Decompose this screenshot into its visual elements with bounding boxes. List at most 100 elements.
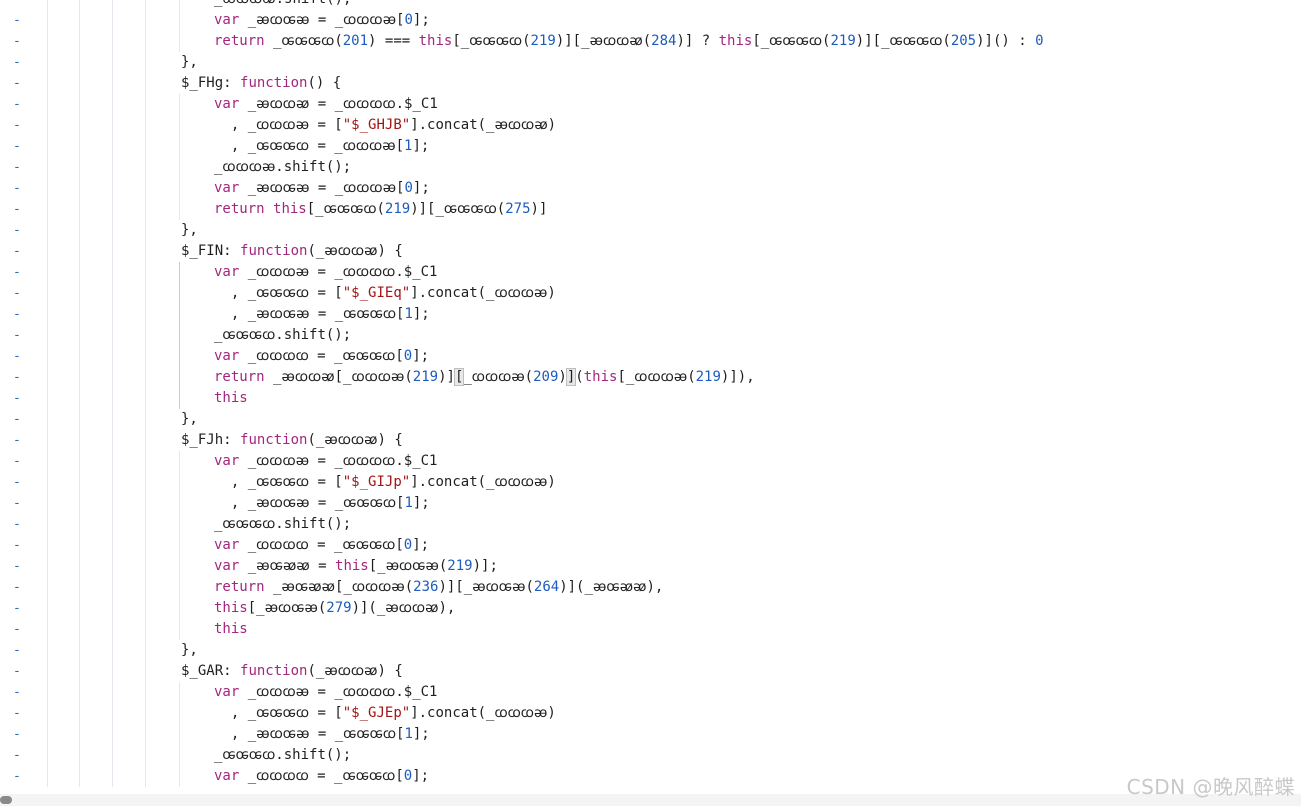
code-line[interactable]: - this[_ꭂꭃꭀꭂ(279)](_ꭂꭃꭃꭁ), xyxy=(0,598,1301,619)
code-line[interactable]: - $_GAR: function(_ꭂꭃꭃꭁ) { xyxy=(0,661,1301,682)
code-line[interactable]: - , _ꭂꭃꭀꭂ = _ꭀꭀꭀꭃ[1]; xyxy=(0,304,1301,325)
code-line[interactable]: - return this[_ꭀꭀꭀꭃ(219)][_ꭀꭀꭀꭃ(275)] xyxy=(0,199,1301,220)
indent-guide xyxy=(145,766,146,787)
code-line[interactable]: - var _ꭃꭃꭃꭃ = _ꭀꭀꭀꭃ[0]; xyxy=(0,346,1301,367)
indent-guide xyxy=(47,514,48,535)
code-token: _ꭀꭀꭀꭃ( xyxy=(264,33,343,49)
code-line[interactable]: - var _ꭃꭃꭃꭂ = _ꭃꭃꭃꭃ.$_C1 xyxy=(0,451,1301,472)
code-line[interactable]: - return _ꭂꭃꭃꭁ[_ꭃꭃꭃꭂ(219)][_ꭃꭃꭃꭂ(209)](th… xyxy=(0,367,1301,388)
code-line[interactable]: -}, xyxy=(0,220,1301,241)
scrollbar-thumb[interactable] xyxy=(0,796,12,804)
code-line[interactable]: - _ꭀꭀꭀꭃ.shift(); xyxy=(0,514,1301,535)
code-line[interactable]: - _ꭀꭀꭀꭃ.shift(); xyxy=(0,745,1301,766)
code-line[interactable]: - , _ꭂꭃꭀꭂ = _ꭀꭀꭀꭃ[1]; xyxy=(0,493,1301,514)
code-line[interactable]: - var _ꭃꭃꭃꭂ = _ꭃꭃꭃꭃ.$_C1 xyxy=(0,262,1301,283)
code-line[interactable]: - var _ꭂꭀꭁꭁ = this[_ꭂꭃꭀꭂ(219)]; xyxy=(0,556,1301,577)
horizontal-scrollbar[interactable] xyxy=(0,794,1301,806)
code-token: return xyxy=(214,201,265,217)
code-line[interactable]: - _ꭃꭃꭃꭂ.shift(); xyxy=(0,157,1301,178)
diff-marker: - xyxy=(13,0,23,10)
code-line[interactable]: - _ꭂꭃꭃꭁ.shift(); xyxy=(0,0,1301,10)
indent-guide xyxy=(112,325,113,346)
indent-guide xyxy=(79,598,80,619)
code-token: ]; xyxy=(412,726,430,742)
indent-guide xyxy=(179,556,180,577)
code-line[interactable]: -}, xyxy=(0,409,1301,430)
code-line[interactable]: - var _ꭂꭃꭃꭁ = _ꭃꭃꭃꭃ.$_C1 xyxy=(0,94,1301,115)
diff-marker: - xyxy=(13,580,21,595)
indent-guide xyxy=(112,94,113,115)
indent-guide xyxy=(112,346,113,367)
indent-guide xyxy=(47,199,48,220)
code-token: ]; xyxy=(412,768,430,784)
indent-guide xyxy=(145,682,146,703)
code-line[interactable]: - var _ꭃꭃꭃꭃ = _ꭀꭀꭀꭃ[0]; xyxy=(0,535,1301,556)
code-token: var xyxy=(214,453,240,469)
code-text: this xyxy=(214,619,248,640)
code-line[interactable]: - , _ꭂꭃꭀꭂ = _ꭀꭀꭀꭃ[1]; xyxy=(0,724,1301,745)
code-token: , _ꭂꭃꭀꭂ = _ꭀꭀꭀꭃ[ xyxy=(214,306,405,322)
code-line[interactable]: - this xyxy=(0,619,1301,640)
diff-marker: - xyxy=(13,391,21,406)
indent-guide xyxy=(47,241,48,262)
code-line[interactable]: - _ꭀꭀꭀꭃ.shift(); xyxy=(0,325,1301,346)
code-line[interactable]: - $_FJh: function(_ꭂꭃꭃꭁ) { xyxy=(0,430,1301,451)
code-line[interactable]: -}, xyxy=(0,640,1301,661)
diff-marker: - xyxy=(13,55,21,70)
code-token: _ꭂꭃꭃꭁ = _ꭃꭃꭃꭃ.$_C1 xyxy=(239,96,438,112)
indent-guide xyxy=(145,325,146,346)
code-text: , _ꭂꭃꭀꭂ = _ꭀꭀꭀꭃ[1]; xyxy=(214,493,430,514)
code-token: }, xyxy=(181,411,198,427)
code-line[interactable]: - , _ꭀꭀꭀꭃ = ["$_GJEp"].concat(_ꭃꭃꭃꭂ) xyxy=(0,703,1301,724)
code-line[interactable]: - , _ꭃꭃꭃꭂ = ["$_GHJB"].concat(_ꭂꭃꭃꭁ) xyxy=(0,115,1301,136)
code-text: $_FHg: function() { xyxy=(181,73,341,94)
code-line[interactable]: - var _ꭃꭃꭃꭂ = _ꭃꭃꭃꭃ.$_C1 xyxy=(0,682,1301,703)
code-line[interactable]: - , _ꭀꭀꭀꭃ = ["$_GIJp"].concat(_ꭃꭃꭃꭂ) xyxy=(0,472,1301,493)
code-token: , _ꭀꭀꭀꭃ = [ xyxy=(214,474,343,490)
indent-guide xyxy=(112,703,113,724)
indent-guide xyxy=(179,598,180,619)
indent-guide xyxy=(145,409,146,430)
code-line[interactable]: - $_FIN: function(_ꭂꭃꭃꭁ) { xyxy=(0,241,1301,262)
diff-marker: - xyxy=(13,538,21,553)
diff-marker: - xyxy=(13,181,21,196)
code-text: }, xyxy=(181,52,198,73)
indent-guide xyxy=(112,577,113,598)
code-line[interactable]: - , _ꭀꭀꭀꭃ = ["$_GIEq"].concat(_ꭃꭃꭃꭂ) xyxy=(0,283,1301,304)
code-line[interactable]: - return _ꭀꭀꭀꭃ(201) === this[_ꭀꭀꭀꭃ(219)][… xyxy=(0,31,1301,52)
indent-guide xyxy=(179,136,180,157)
code-line[interactable]: - var _ꭃꭃꭃꭃ = _ꭀꭀꭀꭃ[0]; xyxy=(0,766,1301,787)
indent-guide xyxy=(145,556,146,577)
code-token: 279 xyxy=(326,600,352,616)
code-token: 264 xyxy=(533,579,560,595)
code-line[interactable]: - return _ꭂꭀꭁꭁ[_ꭃꭃꭃꭂ(236)][_ꭂꭃꭀꭂ(264)](_ꭂ… xyxy=(0,577,1301,598)
code-line[interactable]: - $_FHg: function() { xyxy=(0,73,1301,94)
code-editor[interactable]: -_ꭂꭃꭃꭁ.shift();-var _ꭂꭃꭀꭂ = _ꭃꭃꭃꭂ[0];-re… xyxy=(0,0,1301,787)
code-token: _ꭂꭃꭃꭁ[_ꭃꭃꭃꭂ( xyxy=(264,369,413,385)
code-text: this[_ꭂꭃꭀꭂ(279)](_ꭂꭃꭃꭁ), xyxy=(214,598,455,619)
code-token: $_FJh: xyxy=(181,432,241,448)
code-line[interactable]: - this xyxy=(0,388,1301,409)
code-line[interactable]: - var _ꭂꭃꭀꭂ = _ꭃꭃꭃꭂ[0]; xyxy=(0,10,1301,31)
indent-guide xyxy=(112,388,113,409)
indent-guide xyxy=(79,577,80,598)
code-line[interactable]: - var _ꭂꭃꭀꭂ = _ꭃꭃꭃꭂ[0]; xyxy=(0,178,1301,199)
diff-marker: - xyxy=(13,748,21,763)
indent-guide xyxy=(112,10,113,31)
indent-guide xyxy=(47,220,48,241)
indent-guide xyxy=(47,178,48,199)
code-token: [_ꭃꭃꭃꭂ( xyxy=(617,369,696,385)
code-token: return xyxy=(214,33,265,49)
code-token: _ꭀꭀꭀꭃ.shift(); xyxy=(214,747,352,763)
indent-guide xyxy=(79,472,80,493)
code-token: ].concat(_ꭂꭃꭃꭁ) xyxy=(410,117,557,133)
diff-marker: - xyxy=(13,307,21,322)
code-text: , _ꭂꭃꭀꭂ = _ꭀꭀꭀꭃ[1]; xyxy=(214,304,430,325)
code-line[interactable]: - , _ꭀꭀꭀꭃ = _ꭃꭃꭃꭂ[1]; xyxy=(0,136,1301,157)
indent-guide xyxy=(47,451,48,472)
code-line[interactable]: -}, xyxy=(0,52,1301,73)
code-token: this xyxy=(418,33,453,49)
indent-guide xyxy=(47,31,48,52)
indent-guide xyxy=(179,157,180,178)
indent-guide xyxy=(112,304,113,325)
